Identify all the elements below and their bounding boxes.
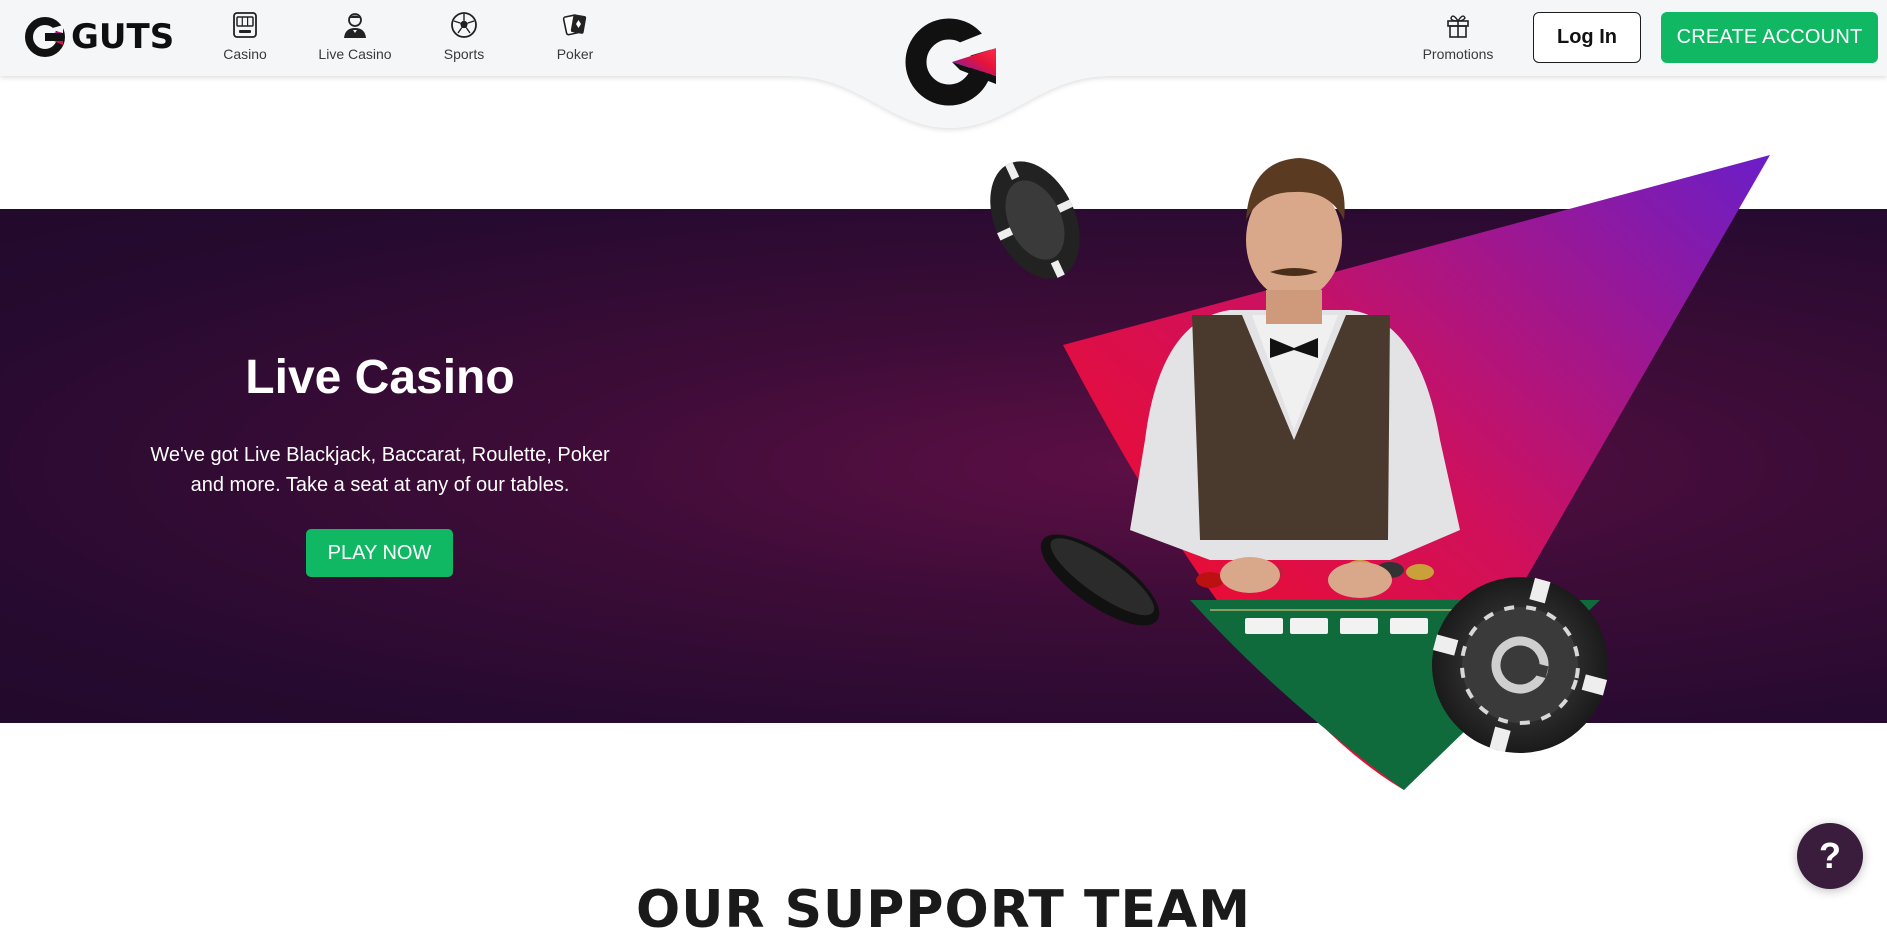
- help-button[interactable]: ?: [1797, 823, 1863, 889]
- center-g-logo-icon[interactable]: [900, 14, 1000, 110]
- brand-logo[interactable]: GUTS: [25, 15, 174, 59]
- dealer-artwork: [990, 155, 1770, 790]
- nav-item-live-casino[interactable]: Live Casino: [305, 10, 405, 68]
- play-now-button[interactable]: PLAY NOW: [306, 529, 453, 577]
- nav-label-poker: Poker: [556, 46, 594, 62]
- nav-label-promotions: Promotions: [1422, 46, 1494, 62]
- hero-title: Live Casino: [245, 351, 515, 404]
- soccer-ball-icon: [451, 12, 477, 38]
- nav-item-casino[interactable]: Casino: [195, 10, 295, 68]
- nav-item-poker[interactable]: Poker: [525, 10, 625, 68]
- gift-icon: [1447, 15, 1469, 38]
- dealer-icon: [344, 13, 366, 38]
- guts-g-logo-icon: [25, 17, 65, 57]
- login-button[interactable]: Log In: [1533, 12, 1641, 63]
- nav-label-casino: Casino: [223, 46, 267, 62]
- brand-name: GUTS: [71, 17, 175, 57]
- nav-label-live-casino: Live Casino: [318, 46, 392, 62]
- slot-machine-icon: [233, 12, 257, 38]
- support-section-title: OUR SUPPORT TEAM: [636, 880, 1251, 940]
- hero-subtitle: We've got Live Blackjack, Baccarat, Roul…: [150, 444, 610, 496]
- nav-item-promotions[interactable]: Promotions: [1408, 10, 1508, 68]
- question-icon: ?: [1819, 835, 1841, 876]
- playing-cards-icon: [562, 14, 587, 36]
- nav-item-sports[interactable]: Sports: [414, 10, 514, 68]
- nav-label-sports: Sports: [443, 46, 485, 62]
- create-account-button[interactable]: CREATE ACCOUNT: [1661, 12, 1878, 63]
